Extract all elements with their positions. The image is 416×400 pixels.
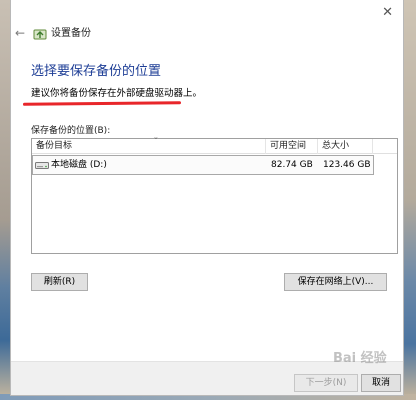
page-heading: 选择要保存备份的位置 <box>31 64 162 79</box>
title-bar: ← 设置备份 ✕ <box>11 0 403 48</box>
column-header-total-size[interactable]: 总大小 <box>318 139 373 154</box>
drive-total-size: 123.46 GB <box>323 160 371 170</box>
annotation-underline <box>22 101 182 106</box>
drive-name: 本地磁盘 (D:) <box>51 160 107 170</box>
next-button[interactable]: 下一步(N) <box>294 374 358 392</box>
window-title: 设置备份 <box>51 28 91 39</box>
column-header-target[interactable]: 备份目标 <box>32 139 266 154</box>
drive-free-space: 82.74 GB <box>271 160 313 170</box>
refresh-button[interactable]: 刷新(R) <box>31 273 88 291</box>
back-arrow-icon[interactable]: ← <box>13 26 27 40</box>
backup-app-icon <box>33 29 47 40</box>
dialog-footer: 下一步(N) 取消 <box>11 361 403 395</box>
desktop-background-right <box>404 0 416 400</box>
drive-icon <box>35 162 49 169</box>
hint-text: 建议你将备份保存在外部硬盘驱动器上。 <box>31 88 203 99</box>
close-icon[interactable]: ✕ <box>382 6 393 20</box>
backup-location-list[interactable]: ⌄ 备份目标 可用空间 总大小 本地磁盘 (D:) 82.74 GB 123.4… <box>31 133 398 254</box>
cancel-button[interactable]: 取消 <box>361 374 401 392</box>
watermark: Bai 经验 <box>333 351 387 366</box>
list-header: ⌄ 备份目标 可用空间 总大小 <box>32 133 397 154</box>
list-row-drive-d[interactable]: 本地磁盘 (D:) 82.74 GB 123.46 GB <box>32 155 374 175</box>
backup-setup-window: ← 设置备份 ✕ 选择要保存备份的位置 建议你将备份保存在外部硬盘驱动器上。 保… <box>10 0 404 396</box>
save-on-network-button[interactable]: 保存在网络上(V)... <box>284 273 387 291</box>
desktop-background-left <box>0 0 10 400</box>
column-header-free-space[interactable]: 可用空间 <box>266 139 318 154</box>
list-label: 保存备份的位置(B): <box>31 126 111 136</box>
